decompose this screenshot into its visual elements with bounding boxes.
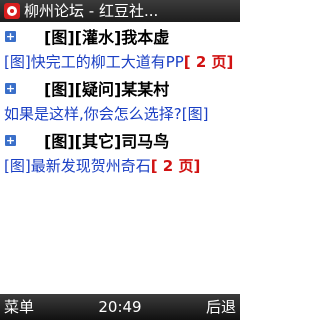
softkey-bar: 菜单 20:49 后退 bbox=[0, 294, 240, 320]
thread-list: + [图][灌水]我本虚 [图]快完工的柳工大道有PP[ 2 页] + [图][… bbox=[0, 22, 240, 264]
list-item: + [图][其它]司马鸟 [图]最新发现贺州奇石[ 2 页] bbox=[0, 126, 240, 178]
thread-link-text[interactable]: [图]快完工的柳工大道有PP bbox=[4, 53, 184, 71]
app-logo-icon bbox=[4, 3, 20, 19]
thread-header: + [图][疑问]某某村 bbox=[0, 74, 240, 102]
thread-header: + [图][其它]司马鸟 bbox=[0, 126, 240, 154]
back-softkey[interactable]: 后退 bbox=[206, 294, 236, 320]
thread-link[interactable]: [图]快完工的柳工大道有PP[ 2 页] bbox=[0, 50, 240, 74]
clock-display: 20:49 bbox=[98, 298, 142, 316]
expand-plus-icon[interactable]: + bbox=[5, 31, 16, 42]
softkey-area: 菜单 20:49 后退 bbox=[0, 264, 240, 320]
thread-header: + [图][灌水]我本虚 bbox=[0, 22, 240, 50]
thread-link-text[interactable]: 如果是这样,你会怎么选择?[图] bbox=[4, 105, 208, 123]
expand-plus-icon[interactable]: + bbox=[5, 135, 16, 146]
thread-link[interactable]: [图]最新发现贺州奇石[ 2 页] bbox=[0, 154, 240, 178]
expand-plus-icon[interactable]: + bbox=[5, 83, 16, 94]
thread-title: [图][灌水]我本虚 bbox=[44, 28, 170, 47]
window-title: 柳州论坛 - 红豆社... bbox=[24, 2, 159, 20]
thread-title: [图][其它]司马鸟 bbox=[44, 132, 170, 151]
page-count[interactable]: [ 2 页] bbox=[184, 53, 234, 71]
page-count[interactable]: [ 2 页] bbox=[151, 157, 201, 175]
thread-title: [图][疑问]某某村 bbox=[44, 80, 170, 99]
title-bar: 柳州论坛 - 红豆社... bbox=[0, 0, 240, 22]
list-item: + [图][疑问]某某村 如果是这样,你会怎么选择?[图] bbox=[0, 74, 240, 126]
list-item: + [图][灌水]我本虚 [图]快完工的柳工大道有PP[ 2 页] bbox=[0, 22, 240, 74]
thread-link-text[interactable]: [图]最新发现贺州奇石 bbox=[4, 157, 151, 175]
thread-link[interactable]: 如果是这样,你会怎么选择?[图] bbox=[0, 102, 240, 126]
